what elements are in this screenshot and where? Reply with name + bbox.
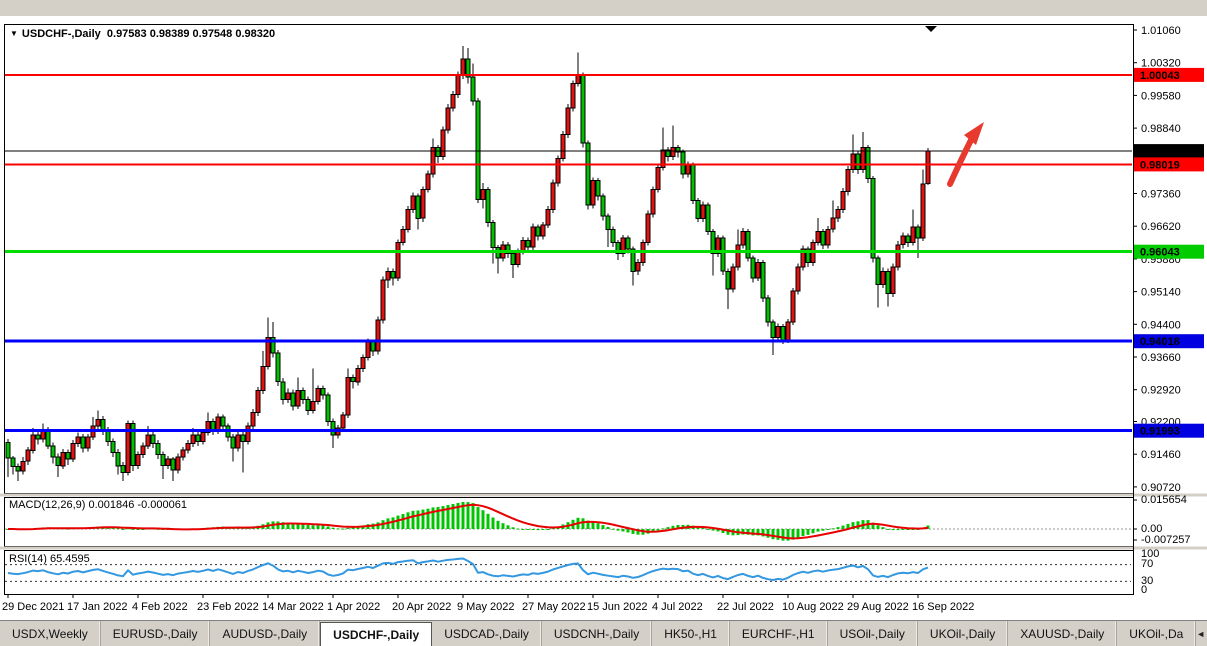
svg-text:0.92920: 0.92920 bbox=[1141, 385, 1181, 397]
svg-text:0.98320: 0.98320 bbox=[1140, 146, 1180, 158]
symbol-tab-ukoil-daily[interactable]: UKOil-,Daily bbox=[918, 621, 1008, 646]
chart-symbol-period: USDCHF-,Daily bbox=[22, 28, 101, 40]
macd-axis-label: 0.015654 bbox=[1141, 494, 1187, 506]
symbol-tab-usdcnh-daily[interactable]: USDCNH-,Daily bbox=[542, 621, 652, 646]
price-axis-ticks: 1.01060 1.00320 0.99580 0.98840 0.97360 0.966… bbox=[1133, 25, 1181, 494]
svg-text:9 May 2022: 9 May 2022 bbox=[457, 601, 514, 613]
symbol-tab-bar: USDX,WeeklyEURUSD-,DailyAUDUSD-,DailyUSD… bbox=[0, 620, 1207, 646]
svg-text:0.91460: 0.91460 bbox=[1141, 449, 1181, 461]
svg-text:0.91993: 0.91993 bbox=[1140, 426, 1180, 438]
chart-ohlc-values: 0.97583 0.98389 0.97548 0.98320 bbox=[107, 28, 275, 40]
svg-text:16 Sep 2022: 16 Sep 2022 bbox=[912, 601, 974, 613]
svg-text:29 Dec 2021: 29 Dec 2021 bbox=[2, 601, 64, 613]
symbol-tab-ukoil-da[interactable]: UKOil-,Da bbox=[1117, 621, 1196, 646]
svg-text:0.95140: 0.95140 bbox=[1141, 287, 1181, 299]
svg-text:0.93660: 0.93660 bbox=[1141, 352, 1181, 364]
svg-text:0.90720: 0.90720 bbox=[1141, 482, 1181, 494]
svg-text:0.98019: 0.98019 bbox=[1140, 159, 1180, 171]
svg-text:20 Apr 2022: 20 Apr 2022 bbox=[392, 601, 451, 613]
chart-title: ▼ USDCHF-,Daily 0.97583 0.98389 0.97548 0… bbox=[10, 28, 275, 40]
svg-text:1.01060: 1.01060 bbox=[1141, 25, 1181, 37]
svg-text:0.97360: 0.97360 bbox=[1141, 189, 1181, 201]
symbol-tab-eurchf-h1[interactable]: EURCHF-,H1 bbox=[730, 621, 828, 646]
svg-text:0.94400: 0.94400 bbox=[1141, 319, 1181, 331]
svg-text:17 Jan 2022: 17 Jan 2022 bbox=[67, 601, 128, 613]
svg-text:15 Jun 2022: 15 Jun 2022 bbox=[587, 601, 648, 613]
svg-text:4 Jul 2022: 4 Jul 2022 bbox=[652, 601, 703, 613]
rsi-axis-label: 0 bbox=[1141, 584, 1147, 596]
svg-text:0.99580: 0.99580 bbox=[1141, 90, 1181, 102]
tab-scrollers: ◄► bbox=[1196, 621, 1207, 646]
svg-text:1.00043: 1.00043 bbox=[1140, 70, 1180, 82]
macd-indicator-label: MACD(12,26,9) 0.001846 -0.000061 bbox=[9, 499, 187, 511]
rsi-axis-label: 70 bbox=[1141, 558, 1153, 570]
rsi-panel bbox=[5, 551, 1134, 595]
svg-text:27 May 2022: 27 May 2022 bbox=[522, 601, 586, 613]
svg-text:0.96620: 0.96620 bbox=[1141, 221, 1181, 233]
svg-text:10 Aug 2022: 10 Aug 2022 bbox=[782, 601, 844, 613]
symbol-tab-usdcad-daily[interactable]: USDCAD-,Daily bbox=[432, 621, 542, 646]
symbol-tab-hk50-h1[interactable]: HK50-,H1 bbox=[652, 621, 730, 646]
symbol-tab-usoil-daily[interactable]: USOil-,Daily bbox=[828, 621, 918, 646]
main-price-panel bbox=[5, 25, 1134, 494]
symbol-tab-usdx-weekly[interactable]: USDX,Weekly bbox=[0, 621, 101, 646]
symbol-tab-audusd-daily[interactable]: AUDUSD-,Daily bbox=[210, 621, 320, 646]
symbol-tab-usdchf-daily[interactable]: USDCHF-,Daily bbox=[320, 622, 432, 646]
svg-text:23 Feb 2022: 23 Feb 2022 bbox=[197, 601, 259, 613]
svg-text:0.94018: 0.94018 bbox=[1140, 336, 1180, 348]
svg-text:4 Feb 2022: 4 Feb 2022 bbox=[132, 601, 188, 613]
svg-text:29 Aug 2022: 29 Aug 2022 bbox=[847, 601, 909, 613]
svg-text:22 Jul 2022: 22 Jul 2022 bbox=[717, 601, 774, 613]
rsi-indicator-label: RSI(14) 65.4595 bbox=[9, 553, 90, 565]
chart-area[interactable]: 1.01060 1.00320 0.99580 0.98840 0.97360 0.966… bbox=[0, 0, 1207, 645]
svg-text:1.00320: 1.00320 bbox=[1141, 58, 1181, 70]
svg-text:1 Apr 2022: 1 Apr 2022 bbox=[327, 601, 380, 613]
macd-axis-label: -0.007257 bbox=[1141, 534, 1191, 546]
svg-text:0.96043: 0.96043 bbox=[1140, 247, 1180, 259]
symbol-tab-xauusd-daily[interactable]: XAUUSD-,Daily bbox=[1008, 621, 1117, 646]
tab-scroll-left-icon[interactable]: ◄ bbox=[1196, 629, 1205, 639]
symbol-tab-eurusd-daily[interactable]: EURUSD-,Daily bbox=[101, 621, 211, 646]
svg-text:14 Mar 2022: 14 Mar 2022 bbox=[262, 601, 324, 613]
svg-text:0.98840: 0.98840 bbox=[1141, 123, 1181, 135]
symbol-dropdown-icon[interactable]: ▼ bbox=[10, 29, 18, 38]
